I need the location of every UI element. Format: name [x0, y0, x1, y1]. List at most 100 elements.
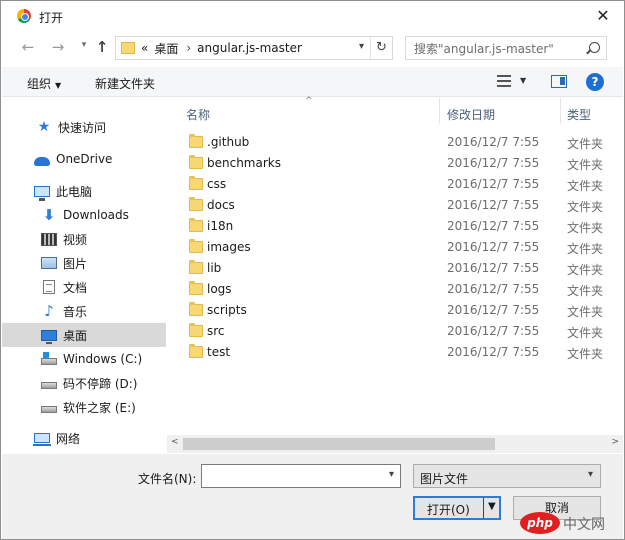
sidebar-item-this-pc[interactable]: 此电脑 [2, 179, 166, 203]
horizontal-scrollbar[interactable]: < > [167, 435, 623, 453]
chrome-icon [17, 9, 31, 23]
address-bar[interactable]: « 桌面 › angular.js-master ▾ ↻ [115, 36, 393, 60]
file-date: 2016/12/7 7:55 [447, 177, 540, 191]
file-type: 文件夹 [567, 200, 604, 214]
file-name: scripts [207, 303, 247, 317]
drive-icon [41, 381, 57, 389]
file-date: 2016/12/7 7:55 [447, 156, 540, 170]
table-row[interactable]: .github 2016/12/7 7:55 文件夹 [171, 132, 623, 153]
filetype-value: 图片文件 [420, 472, 469, 486]
sidebar-item-drive-c[interactable]: Windows (C:) [2, 347, 166, 371]
sidebar-item-onedrive[interactable]: OneDrive [2, 147, 166, 171]
file-type: 文件夹 [567, 263, 604, 277]
refresh-icon[interactable]: ↻ [370, 37, 392, 59]
sidebar-item-drive-e[interactable]: 软件之家 (E:) [2, 395, 166, 419]
file-type: 文件夹 [567, 137, 604, 151]
column-header-type[interactable]: 类型 [567, 106, 591, 123]
sidebar-item-pictures[interactable]: 图片 [2, 251, 166, 275]
scrollbar-thumb[interactable] [183, 438, 495, 450]
breadcrumb-desktop[interactable]: 桌面 [154, 40, 178, 57]
table-row[interactable]: docs 2016/12/7 7:55 文件夹 [171, 195, 623, 216]
column-divider[interactable] [560, 98, 561, 124]
folder-icon [189, 197, 203, 211]
recent-locations-icon[interactable]: ▾ [75, 40, 93, 50]
open-dropdown-icon[interactable]: ▼ [488, 501, 496, 512]
breadcrumb-separator[interactable]: › [186, 41, 191, 55]
computer-icon [34, 185, 50, 201]
table-row[interactable]: benchmarks 2016/12/7 7:55 文件夹 [171, 153, 623, 174]
chevron-down-icon[interactable]: ▾ [389, 469, 394, 480]
table-row[interactable]: scripts 2016/12/7 7:55 文件夹 [171, 300, 623, 321]
sidebar-item-label: OneDrive [56, 152, 113, 166]
scroll-right-icon[interactable]: > [611, 437, 619, 447]
file-type: 文件夹 [567, 347, 604, 361]
sidebar-item-desktop[interactable]: 桌面 [2, 323, 166, 347]
sidebar-item-label: 快速访问 [58, 120, 107, 135]
column-divider[interactable] [439, 98, 440, 124]
folder-icon [189, 302, 203, 316]
sidebar-item-music[interactable]: ♪ 音乐 [2, 299, 166, 323]
sidebar-item-label: 软件之家 (E:) [63, 400, 136, 415]
sidebar-item-drive-d[interactable]: 码不停蹄 (D:) [2, 371, 166, 395]
table-row[interactable]: test 2016/12/7 7:55 文件夹 [171, 342, 623, 363]
new-folder-button[interactable]: 新建文件夹 [95, 75, 155, 92]
open-button[interactable]: 打开(O) ▼ [413, 496, 501, 520]
sidebar-item-label: 网络 [56, 431, 81, 446]
folder-icon [189, 218, 203, 232]
filename-input[interactable]: ▾ [201, 464, 401, 488]
sidebar-item-label: 视频 [63, 232, 88, 247]
view-dropdown-icon[interactable]: ▼ [520, 76, 526, 85]
table-row[interactable]: i18n 2016/12/7 7:55 文件夹 [171, 216, 623, 237]
back-arrow-icon[interactable]: ← [19, 38, 37, 56]
file-date: 2016/12/7 7:55 [447, 240, 540, 254]
chevron-down-icon: ▼ [55, 81, 62, 90]
breadcrumb-current-folder[interactable]: angular.js-master [197, 41, 302, 55]
folder-icon [189, 281, 203, 295]
search-icon[interactable] [589, 42, 600, 53]
folder-icon [189, 155, 203, 169]
table-row[interactable]: src 2016/12/7 7:55 文件夹 [171, 321, 623, 342]
view-options-icon[interactable] [497, 75, 511, 87]
file-name: i18n [207, 219, 234, 233]
organize-label: 组织 [27, 77, 52, 91]
file-list: ^ 名称 修改日期 类型 .github 2016/12/7 7:55 文件夹 … [171, 96, 623, 438]
file-date: 2016/12/7 7:55 [447, 219, 540, 233]
sidebar-item-label: 图片 [63, 256, 88, 271]
table-row[interactable]: lib 2016/12/7 7:55 文件夹 [171, 258, 623, 279]
scroll-left-icon[interactable]: < [171, 437, 179, 447]
preview-pane-icon[interactable] [551, 75, 567, 88]
file-name: css [207, 177, 227, 191]
filetype-select[interactable]: 图片文件 ▾ [413, 464, 601, 488]
sidebar-item-downloads[interactable]: ⬇ Downloads [2, 203, 166, 227]
file-type: 文件夹 [567, 179, 604, 193]
sidebar-item-videos[interactable]: 视频 [2, 227, 166, 251]
file-type: 文件夹 [567, 221, 604, 235]
folder-icon [189, 323, 203, 337]
forward-arrow-icon[interactable]: → [49, 38, 67, 56]
document-icon [43, 280, 55, 294]
sidebar-item-documents[interactable]: 文档 [2, 275, 166, 299]
sort-ascending-icon: ^ [305, 96, 313, 106]
network-icon [33, 433, 51, 446]
php-logo: php [520, 512, 560, 534]
star-icon: ★ [37, 119, 51, 135]
column-header-date[interactable]: 修改日期 [447, 106, 495, 123]
sidebar-item-quick-access[interactable]: ★ 快速访问 [2, 115, 166, 139]
table-row[interactable]: images 2016/12/7 7:55 文件夹 [171, 237, 623, 258]
table-row[interactable]: logs 2016/12/7 7:55 文件夹 [171, 279, 623, 300]
help-icon[interactable]: ? [586, 73, 604, 91]
sidebar-item-network[interactable]: 网络 [2, 426, 166, 450]
watermark-text: 中文网 [563, 517, 605, 533]
close-button[interactable]: ✕ [592, 5, 614, 27]
up-arrow-icon[interactable]: ↑ [93, 38, 111, 56]
organize-button[interactable]: 组织 ▼ [27, 75, 61, 92]
address-dropdown-icon[interactable]: ▾ [359, 41, 364, 52]
breadcrumb-overflow[interactable]: « [141, 41, 148, 55]
video-icon [41, 232, 57, 246]
drive-icon [41, 352, 57, 365]
desktop-icon [41, 329, 57, 344]
table-row[interactable]: css 2016/12/7 7:55 文件夹 [171, 174, 623, 195]
column-header-name[interactable]: 名称 [186, 106, 210, 123]
picture-icon [41, 257, 57, 269]
search-input[interactable]: 搜索"angular.js-master" [405, 36, 607, 60]
